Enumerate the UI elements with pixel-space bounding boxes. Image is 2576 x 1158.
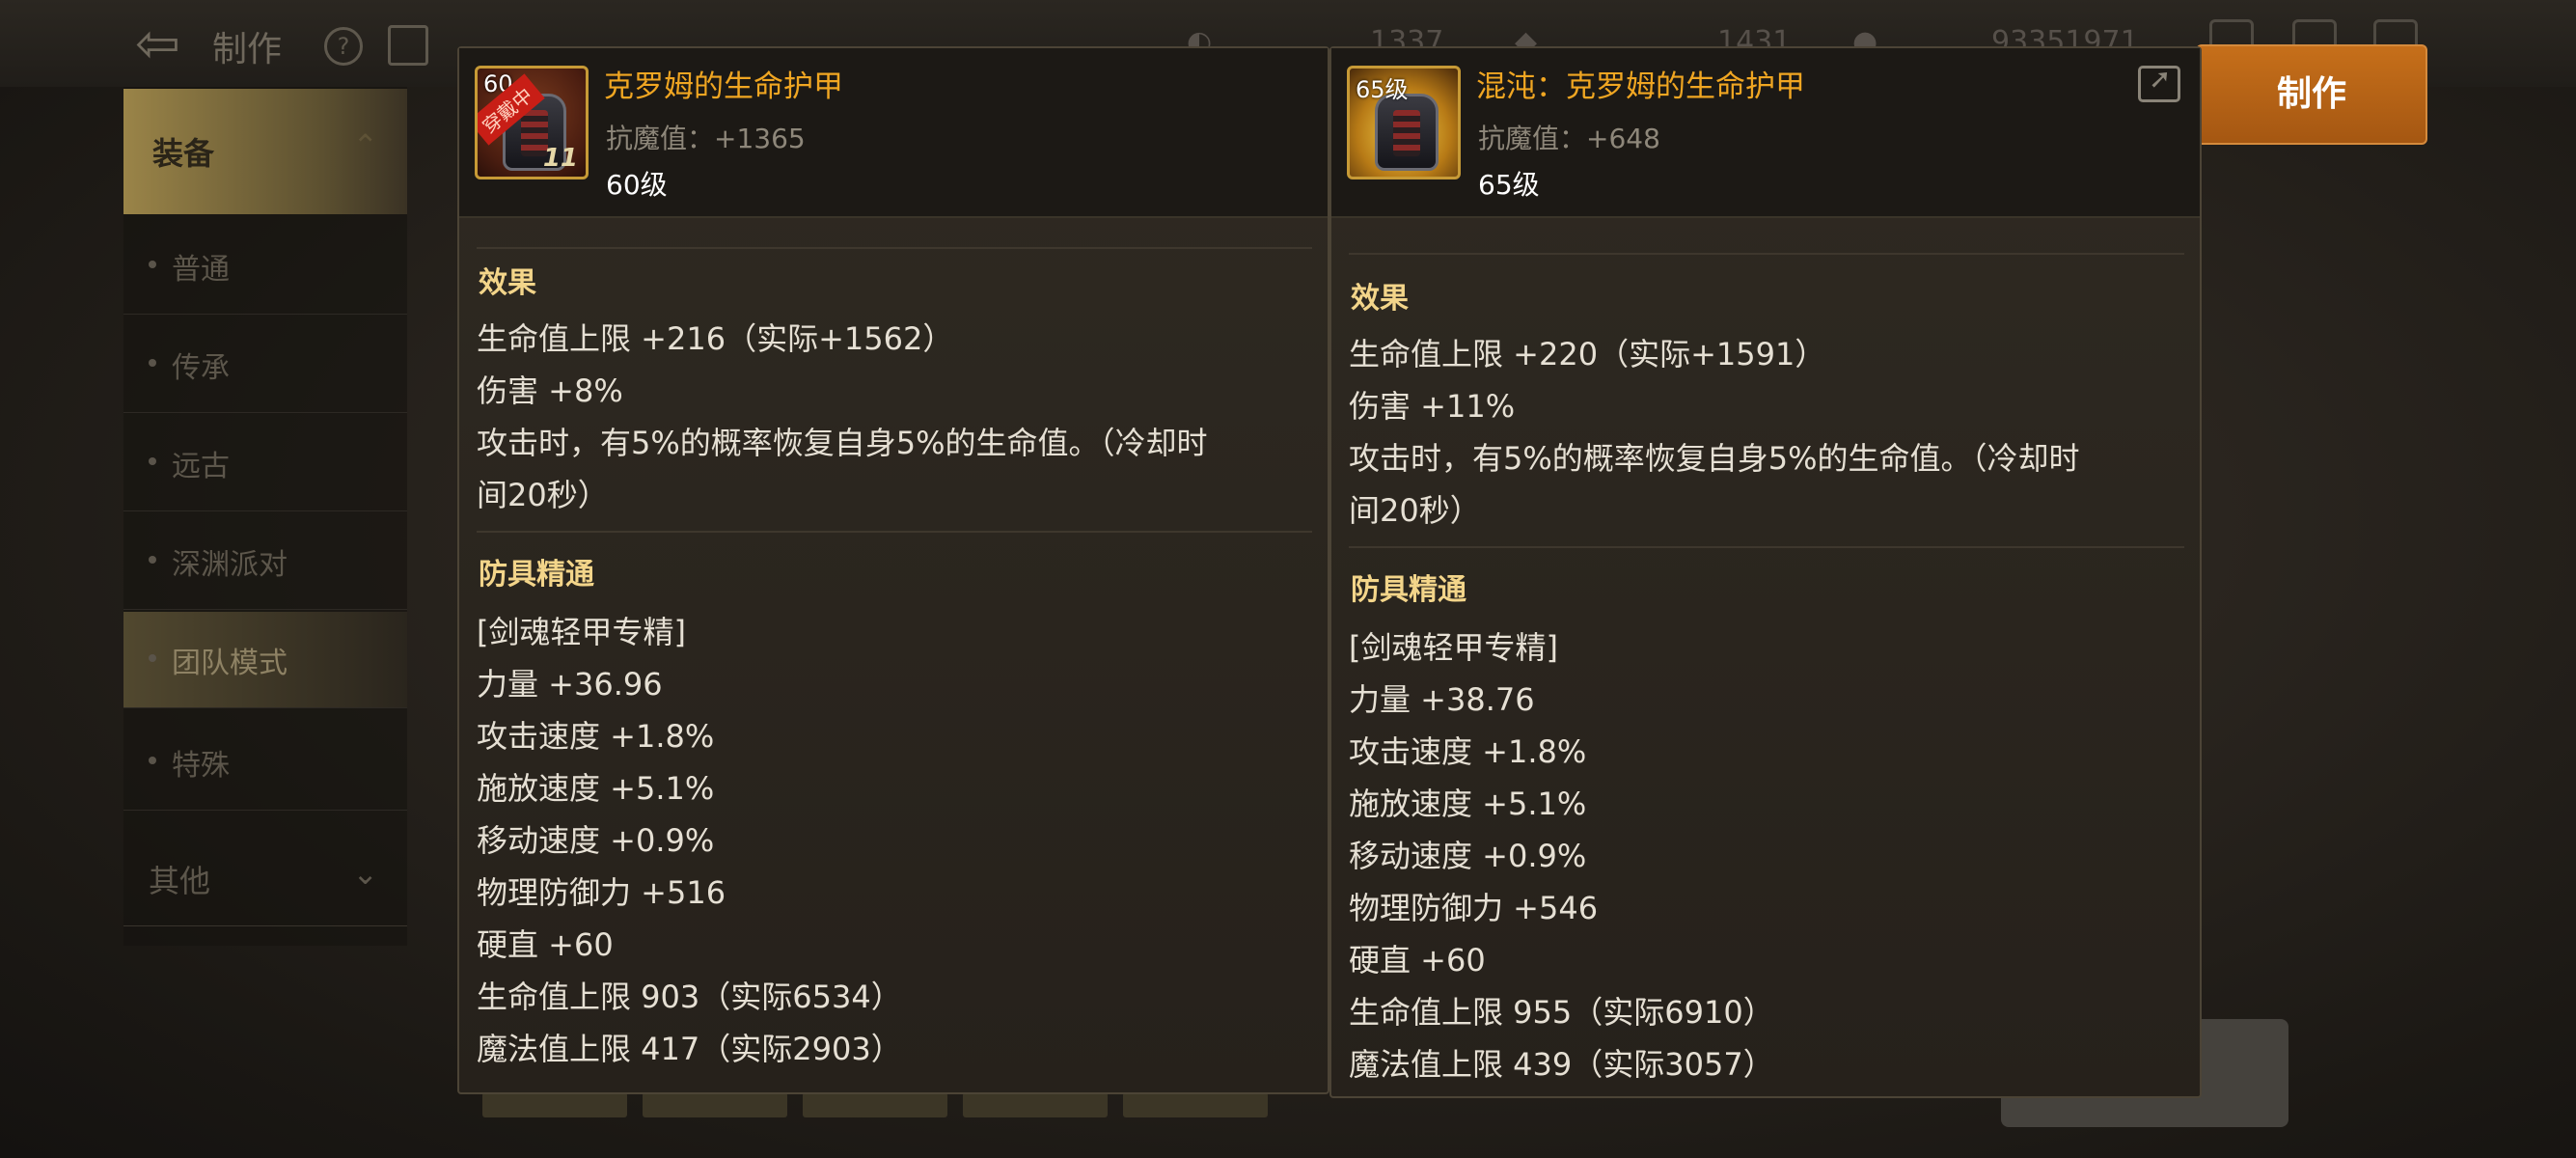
sidebar-item-label: 深渊派对 xyxy=(172,548,288,582)
bg-strip xyxy=(643,1092,787,1117)
share-icon[interactable] xyxy=(2138,63,2180,102)
armor-icon xyxy=(1375,94,1439,171)
sidebar-item-label: 团队模式 xyxy=(172,647,288,680)
icon-level-tag: 65级 xyxy=(1356,76,1409,103)
sidebar-item-ancient[interactable]: 远古 xyxy=(123,415,407,511)
armor-item-icon: 65级 xyxy=(1347,66,1461,179)
category-label: 装备 xyxy=(152,135,215,172)
effect-line: 生命值上限 +216（实际+1562） xyxy=(477,320,954,357)
mastery-line: 力量 +36.96 xyxy=(477,666,663,703)
sidebar-item-label: 远古 xyxy=(172,450,230,483)
mastery-line: 硬直 +60 xyxy=(477,926,614,963)
sidebar-item-abyss[interactable]: 深渊派对 xyxy=(123,513,407,610)
help-icon[interactable]: ? xyxy=(324,27,363,66)
effect-line: 伤害 +8% xyxy=(477,372,623,409)
mastery-line: 物理防御力 +516 xyxy=(477,874,726,911)
effect-line: 攻击时，有5%的概率恢复自身5%的生命值。（冷却时 xyxy=(477,425,1208,461)
sidebar-item-inherit[interactable]: 传承 xyxy=(123,317,407,413)
chevron-down-icon: ⌄ xyxy=(352,855,378,892)
mastery-line: 施放速度 +5.1% xyxy=(1349,786,1587,822)
effect-title: 效果 xyxy=(1351,282,1409,316)
effect-line: 伤害 +11% xyxy=(1349,388,1516,425)
tooltip-header: 65级 混沌：克罗姆的生命护甲 抗魔值：+648 65级 xyxy=(1331,48,2200,218)
effect-line: 生命值上限 +220（实际+1591） xyxy=(1349,336,1826,372)
mastery-line: [剑魂轻甲专精] xyxy=(1349,629,1558,666)
chevron-up-icon: ⌃ xyxy=(352,127,378,164)
bullet-icon xyxy=(149,757,156,764)
item-tooltip-craft: 65级 混沌：克罗姆的生命护甲 抗魔值：+648 65级 效果 生命值上限 +2… xyxy=(1329,46,2202,1098)
mastery-line: 硬直 +60 xyxy=(1349,942,1486,979)
mastery-title: 防具精通 xyxy=(479,558,594,592)
divider xyxy=(477,531,1312,533)
mastery-line: 生命值上限 955（实际6910） xyxy=(1349,994,1774,1031)
page-title: 制作 xyxy=(212,30,283,69)
effect-title: 效果 xyxy=(479,266,536,300)
bg-strip xyxy=(963,1092,1108,1117)
item-name: 混沌：克罗姆的生命护甲 xyxy=(1476,69,1805,104)
category-label: 其他 xyxy=(149,863,211,899)
mastery-line: 物理防御力 +546 xyxy=(1349,890,1599,926)
bg-strip xyxy=(482,1092,627,1117)
mastery-line: 魔法值上限 417（实际2903） xyxy=(477,1031,902,1067)
mastery-line: 移动速度 +0.9% xyxy=(477,822,715,859)
make-button[interactable]: 制作 xyxy=(2196,44,2427,145)
mastery-line: 力量 +38.76 xyxy=(1349,681,1535,718)
sidebar-category-equip[interactable]: 装备 ⌃ xyxy=(123,89,407,214)
bg-strip xyxy=(803,1092,947,1117)
mastery-title: 防具精通 xyxy=(1351,573,1466,607)
mastery-line: 施放速度 +5.1% xyxy=(477,770,715,807)
mastery-line: 攻击速度 +1.8% xyxy=(477,718,715,755)
mastery-line: 生命值上限 903（实际6534） xyxy=(477,979,902,1015)
sidebar-item-label: 传承 xyxy=(172,351,230,385)
sidebar-item-label: 普通 xyxy=(172,253,230,287)
bullet-icon xyxy=(149,261,156,268)
bg-strip xyxy=(1123,1092,1268,1117)
item-name: 克罗姆的生命护甲 xyxy=(604,69,843,104)
effect-line: 间20秒） xyxy=(477,477,609,513)
effect-line: 间20秒） xyxy=(1349,492,1481,529)
sidebar-item-special[interactable]: 特殊 xyxy=(123,714,407,811)
item-level: 65级 xyxy=(1478,169,1540,201)
mastery-line: 攻击速度 +1.8% xyxy=(1349,733,1587,770)
sidebar-category-other[interactable]: 其他 ⌄ xyxy=(123,830,407,926)
bullet-icon xyxy=(149,654,156,662)
sidebar-item-normal[interactable]: 普通 xyxy=(123,218,407,315)
sidebar-item-team[interactable]: 团队模式 xyxy=(123,612,407,708)
bullet-icon xyxy=(149,457,156,465)
icon-number: 11 xyxy=(542,144,578,173)
tooltip-header: 60 穿戴中 11 克罗姆的生命护甲 抗魔值：+1365 60级 xyxy=(459,48,1328,218)
divider xyxy=(1349,546,2184,548)
back-arrow-icon[interactable]: ⇦ xyxy=(135,14,197,75)
bullet-icon xyxy=(149,556,156,564)
item-level: 60级 xyxy=(606,169,668,201)
armor-item-icon: 60 穿戴中 11 xyxy=(475,66,589,179)
divider xyxy=(1349,253,2184,255)
sidebar-item-label: 特殊 xyxy=(172,749,230,783)
item-resist: 抗魔值：+1365 xyxy=(606,123,806,154)
item-resist: 抗魔值：+648 xyxy=(1478,123,1660,154)
divider xyxy=(477,247,1312,249)
mastery-line: 魔法值上限 439（实际3057） xyxy=(1349,1046,1774,1083)
item-tooltip-equipped: 60 穿戴中 11 克罗姆的生命护甲 抗魔值：+1365 60级 效果 生命值上… xyxy=(457,46,1329,1094)
bullet-icon xyxy=(149,359,156,367)
effect-line: 攻击时，有5%的概率恢复自身5%的生命值。（冷却时 xyxy=(1349,440,2080,477)
mastery-line: 移动速度 +0.9% xyxy=(1349,838,1587,874)
book-icon[interactable] xyxy=(388,25,428,66)
mastery-line: [剑魂轻甲专精] xyxy=(477,614,686,650)
